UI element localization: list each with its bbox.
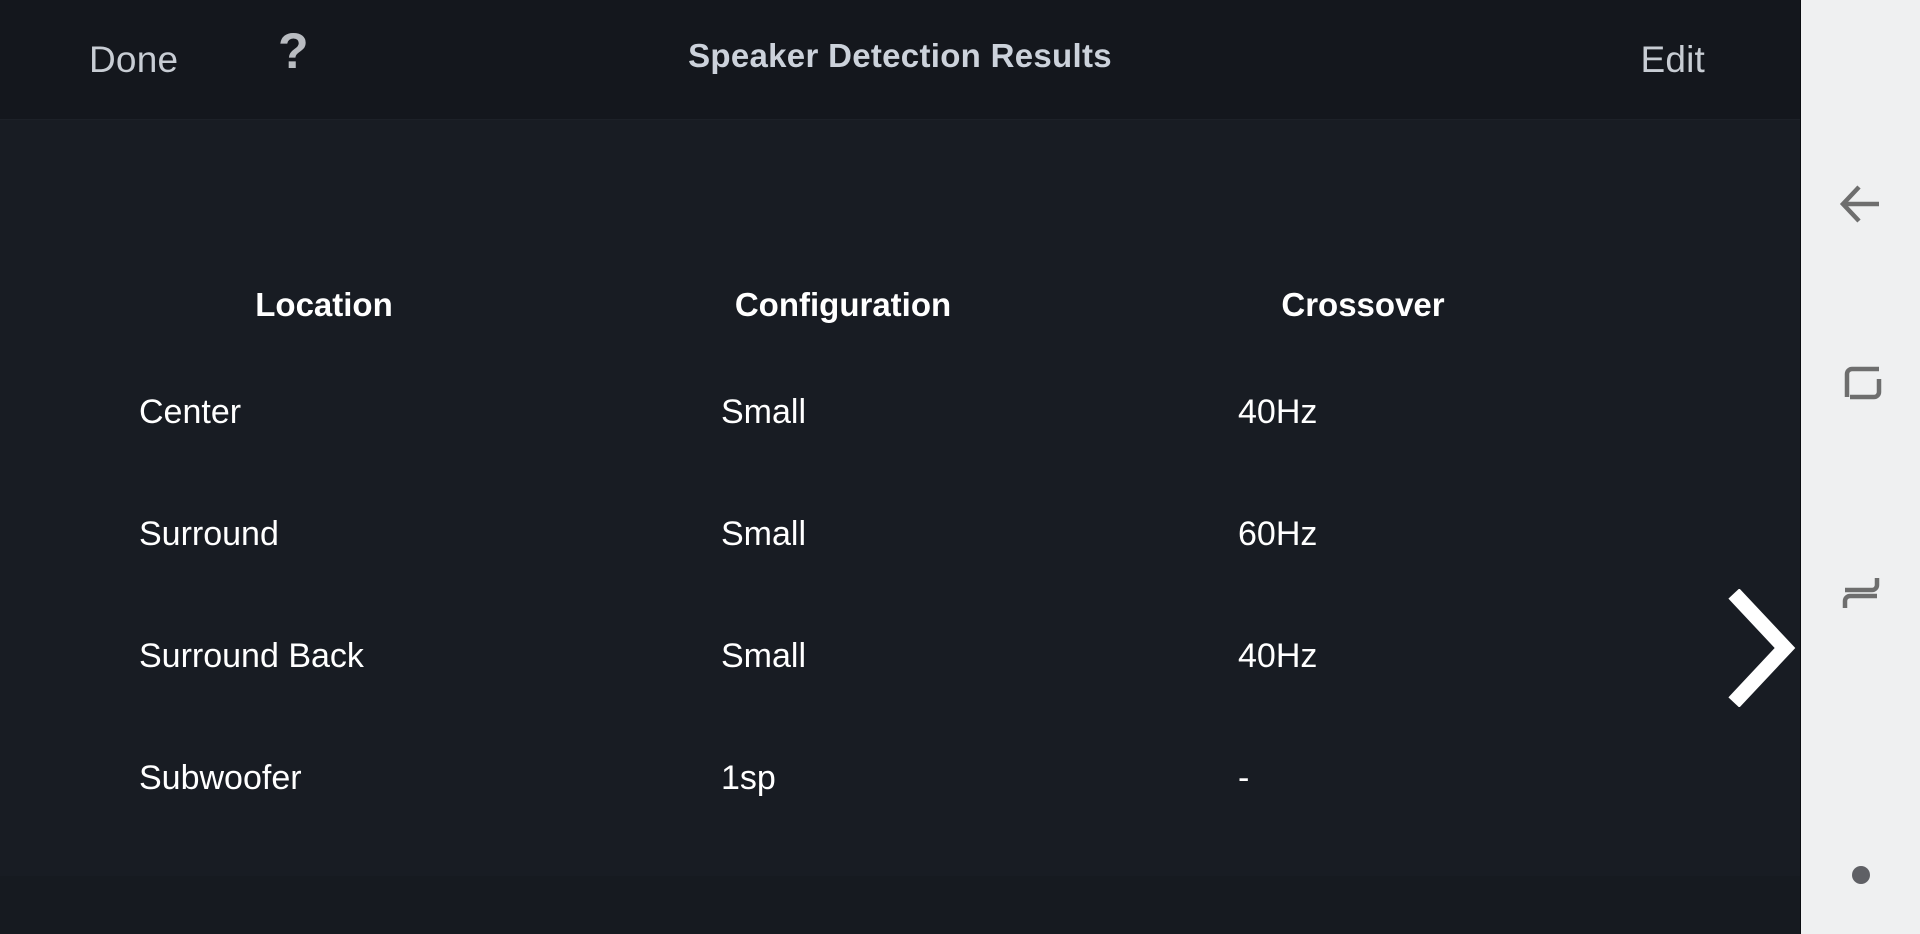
cell-crossover: 40Hz	[1238, 637, 1318, 675]
bottom-band	[0, 876, 1800, 934]
system-navigation-bar	[1800, 0, 1920, 934]
cell-configuration: Small	[721, 637, 807, 675]
cell-configuration: Small	[721, 515, 807, 553]
table-row[interactable]: Center Small 40Hz	[0, 395, 1800, 525]
app-window: Done ? Speaker Detection Results Edit Lo…	[0, 0, 1800, 934]
cell-configuration: Small	[721, 393, 807, 431]
cell-location: Surround Back	[139, 637, 364, 675]
nav-home-button[interactable]	[1833, 355, 1889, 411]
table-row[interactable]: Surround Small 60Hz	[0, 517, 1800, 647]
title-bar: Done ? Speaker Detection Results Edit	[0, 0, 1800, 120]
page-title: Speaker Detection Results	[688, 37, 1112, 74]
column-header-crossover: Crossover	[1281, 286, 1445, 323]
chevron-right-icon	[1727, 589, 1800, 707]
cell-crossover: 40Hz	[1238, 393, 1318, 431]
table-row[interactable]: Surround Back Small 40Hz	[0, 639, 1800, 769]
content-area: Location Configuration Crossover Center …	[0, 121, 1800, 934]
cell-crossover: -	[1238, 759, 1250, 797]
dot-indicator-icon	[1851, 866, 1870, 884]
column-header-configuration: Configuration	[734, 286, 952, 323]
edit-button[interactable]: Edit	[1640, 41, 1705, 78]
back-arrow-icon	[1835, 178, 1887, 230]
next-page-button[interactable]	[1727, 589, 1800, 707]
table-row[interactable]: Subwoofer 1sp -	[0, 761, 1800, 891]
screen: Done ? Speaker Detection Results Edit Lo…	[0, 0, 1920, 934]
cell-location: Subwoofer	[139, 759, 302, 797]
cell-crossover: 60Hz	[1238, 515, 1318, 553]
nav-recents-button[interactable]	[1833, 565, 1889, 621]
column-header-location: Location	[255, 286, 393, 323]
recents-icon	[1835, 567, 1887, 619]
nav-back-button[interactable]	[1833, 176, 1889, 232]
cell-configuration: 1sp	[721, 759, 776, 797]
cell-location: Center	[139, 393, 242, 431]
home-square-icon	[1835, 357, 1887, 409]
cell-location: Surround	[139, 515, 279, 553]
